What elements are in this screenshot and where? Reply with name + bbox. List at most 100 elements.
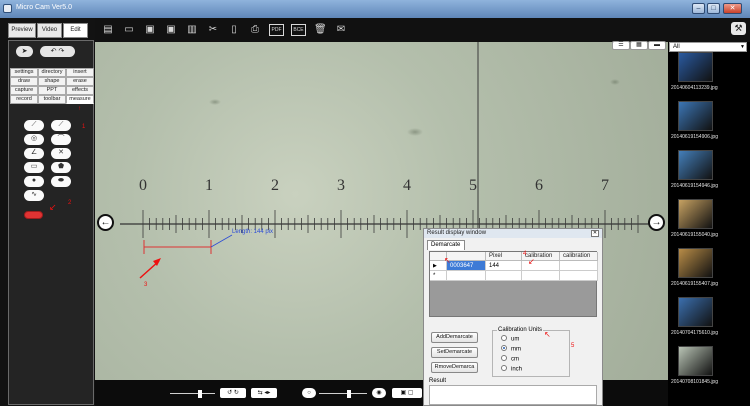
fit-size-button[interactable]: ▣ ▢ [392, 388, 422, 398]
thumbnail-image[interactable] [678, 150, 713, 180]
preview-view-icon[interactable]: ▬ [648, 41, 666, 50]
new-row-cell[interactable] [486, 271, 522, 281]
set-demarcate-button[interactable]: SetDemarcate [431, 347, 478, 358]
thumbnail-image[interactable] [678, 297, 713, 327]
tab-preview[interactable]: Preview [8, 23, 36, 38]
radio-icon [501, 365, 507, 371]
cut-icon[interactable]: ✂ [207, 24, 219, 36]
calibration-units-label: Calibration Units [497, 327, 544, 333]
thumbnail-label: 20140704175610.jpg [671, 330, 718, 336]
menu-draw[interactable]: draw [10, 77, 38, 86]
column-header-id [447, 252, 486, 261]
tab-edit[interactable]: Edit [63, 23, 88, 38]
new-row-indicator[interactable]: * [430, 271, 447, 281]
save-all-icon[interactable]: ▣ [165, 24, 177, 36]
calibration-button[interactable] [24, 211, 43, 219]
bce-export-icon[interactable]: BCE [291, 24, 306, 36]
unit-radio-um[interactable]: um [501, 335, 519, 344]
file-filter-select[interactable]: All ▼ [669, 42, 747, 52]
measurement-label: Length: 144 pix [232, 229, 274, 235]
circle-measure-tool[interactable]: ◎ [24, 134, 44, 145]
ruler-label: 5 [469, 177, 477, 194]
menu-insert[interactable]: insert [66, 68, 94, 77]
menu-directory[interactable]: directory [38, 68, 66, 77]
file-filter-value: All [673, 44, 680, 50]
ruler-measure-tool[interactable]: ⟋ [51, 120, 71, 131]
remove-demarcate-button[interactable]: RmoveDemarca [431, 362, 478, 373]
undo-redo-button[interactable]: ↶ ↷ [40, 46, 75, 57]
thumbnail-view-icon[interactable]: ▦ [630, 41, 648, 50]
brightness-icon[interactable]: ○ [302, 388, 316, 398]
ellipse-measure-tool[interactable]: ⬬ [51, 176, 71, 187]
brightness-slider-handle[interactable] [347, 390, 351, 398]
menu-toolbar[interactable]: toolbar [38, 95, 66, 104]
maximize-button[interactable]: □ [707, 3, 720, 14]
thumbnail-image[interactable] [678, 199, 713, 229]
rectangle-measure-tool[interactable]: ▭ [24, 162, 44, 173]
save-icon[interactable]: ▣ [144, 24, 156, 36]
chevron-down-icon: ▼ [740, 44, 745, 50]
thumbnail-image[interactable] [678, 248, 713, 278]
dialog-close-icon[interactable]: ✕ [591, 230, 599, 237]
angle-measure-tool[interactable]: ∠ [24, 148, 44, 159]
new-row-cell[interactable] [560, 271, 598, 281]
new-row-cell[interactable] [522, 271, 560, 281]
arc-measure-tool[interactable]: ⌒ [51, 134, 71, 145]
flip-button[interactable]: ⇆ ◂▸ [251, 388, 277, 398]
cell-pixel[interactable]: 144 [486, 261, 522, 271]
thumbnail-image[interactable] [678, 52, 713, 82]
pdf-export-icon[interactable]: PDF [269, 24, 284, 36]
brightness-slider-track[interactable] [319, 393, 367, 394]
select-pointer-button[interactable]: ➤ [16, 46, 33, 57]
result-display-window: Result display window ✕ Demarcate Pixel … [423, 228, 603, 406]
contrast-icon[interactable]: ◉ [372, 388, 386, 398]
unit-radio-inch[interactable]: inch [501, 365, 522, 374]
menu-record[interactable]: record [10, 95, 38, 104]
radio-selected-icon [501, 345, 507, 351]
thumbnail-label: 20140619155407.jpg [671, 281, 718, 287]
thumbnail-image[interactable] [678, 101, 713, 131]
result-output[interactable] [429, 385, 597, 405]
curve-measure-tool[interactable]: ∿ [24, 190, 44, 201]
rotate-button[interactable]: ↺ ↻ [220, 388, 246, 398]
minimize-button[interactable]: – [692, 3, 705, 14]
cross-angle-tool[interactable]: ✕ [51, 148, 71, 159]
annotation-5: 5 [571, 343, 575, 349]
unit-radio-mm[interactable]: mm [501, 345, 521, 354]
email-icon[interactable]: ✉ [335, 24, 347, 36]
delete-icon[interactable]: 🗑 [314, 24, 327, 36]
add-demarcate-button[interactable]: AddDemarcate [431, 332, 478, 343]
menu-ppt[interactable]: PPT [38, 86, 66, 95]
close-button[interactable]: ✕ [723, 3, 742, 14]
thumbnail-image[interactable] [678, 346, 713, 376]
cell-id[interactable]: 0003647 [447, 261, 486, 271]
unit-label-cm: cm [511, 356, 519, 363]
menu-capture[interactable]: capture [10, 86, 38, 95]
settings-gear-icon[interactable]: ⚒ [731, 22, 746, 35]
zoom-slider-track[interactable] [170, 393, 215, 394]
print-icon[interactable]: ⎙ [249, 24, 261, 36]
line-measure-tool[interactable]: ⟋ [24, 120, 44, 131]
dialog-title: Result display window [424, 229, 602, 238]
zoom-slider-handle[interactable] [198, 390, 202, 398]
menu-effects[interactable]: effects [66, 86, 94, 95]
point-measure-tool[interactable]: ● [24, 176, 44, 187]
new-file-icon[interactable]: ▤ [102, 24, 114, 36]
menu-shape[interactable]: shape [38, 77, 66, 86]
paste-icon[interactable]: ▯ [228, 24, 240, 36]
menu-erase[interactable]: erase [66, 77, 94, 86]
open-folder-icon[interactable]: ▭ [123, 24, 135, 36]
view-mode-buttons: ☰ ▦ ▬ [608, 41, 668, 51]
copy-icon[interactable]: ▥ [186, 24, 198, 36]
new-row-cell[interactable] [447, 271, 486, 281]
polygon-measure-tool[interactable]: ⬟ [51, 162, 71, 173]
tab-video[interactable]: Video [37, 23, 62, 38]
previous-image-button[interactable]: ← [97, 214, 114, 231]
menu-settings[interactable]: settings [10, 68, 38, 77]
unit-radio-cm[interactable]: cm [501, 355, 519, 364]
next-image-button[interactable]: → [648, 214, 665, 231]
list-view-icon[interactable]: ☰ [612, 41, 630, 50]
tab-demarcate[interactable]: Demarcate [427, 240, 465, 250]
cell-calibration-2[interactable] [560, 261, 598, 271]
menu-measure[interactable]: measure [66, 95, 94, 104]
